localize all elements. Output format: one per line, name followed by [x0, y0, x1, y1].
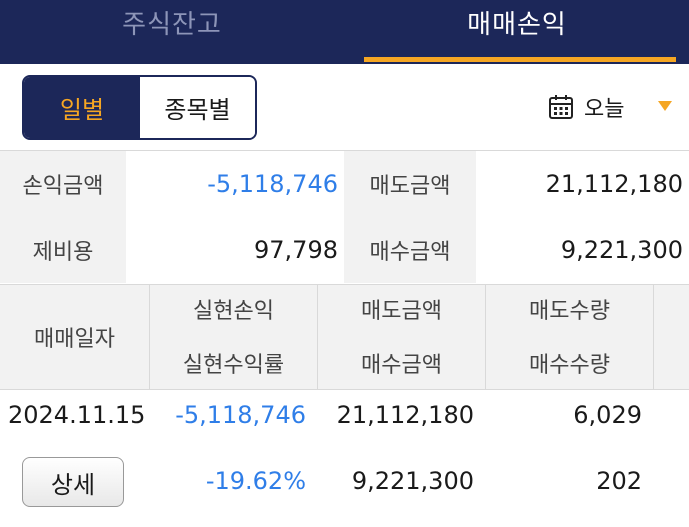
date-label: 오늘 [584, 97, 625, 122]
dropdown-caret-icon[interactable] [658, 101, 672, 111]
row-sell-qty: 6,029 [573, 401, 642, 429]
header-buy-qty: 매수수량 [529, 353, 610, 378]
pl-amount-label: 손익금액 [0, 151, 126, 217]
top-tab-bar: 주식잔고 매매손익 [0, 0, 689, 64]
row-realized-pl: -5,118,746 [175, 401, 306, 429]
tab-stock-balance[interactable]: 주식잔고 [0, 0, 344, 64]
view-mode-toggle: 일별 종목별 [22, 75, 257, 140]
daily-toggle-button[interactable]: 일별 [24, 77, 140, 138]
header-sell-qty: 매도수량 [529, 299, 610, 324]
tab-trading-pl[interactable]: 매매손익 [345, 0, 689, 64]
pl-amount-value: -5,118,746 [126, 151, 344, 217]
header-trade-date-label: 매매일자 [34, 327, 115, 352]
row-trade-date: 2024.11.15 [8, 401, 146, 429]
detail-button[interactable]: 상세 [22, 457, 124, 507]
header-quantities: 매도수량 매수수량 [486, 285, 654, 389]
date-selector[interactable]: 오늘 [548, 89, 672, 125]
calendar-icon [549, 95, 573, 119]
header-sell-amount: 매도금액 [361, 299, 442, 324]
header-realized: 실현손익 실현수익률 [150, 285, 318, 389]
header-buy-amount: 매수금액 [361, 353, 442, 378]
buy-amount-value: 9,221,300 [476, 217, 689, 283]
header-realized-pl: 실현손익 [193, 299, 274, 324]
row-sell-amount: 21,112,180 [336, 401, 474, 429]
header-divider [0, 389, 689, 390]
header-overflow [654, 285, 689, 389]
active-tab-indicator [364, 57, 676, 62]
buy-amount-label: 매수금액 [344, 217, 476, 283]
sell-amount-label: 매도금액 [344, 151, 476, 217]
summary-grid: 손익금액 -5,118,746 매도금액 21,112,180 제비용 97,7… [0, 150, 689, 284]
header-trade-date: 매매일자 [0, 285, 150, 389]
sell-amount-value: 21,112,180 [476, 151, 689, 217]
daily-pl-table: 매매일자 실현손익 실현수익률 매도금액 매수금액 매도수량 매수수량 2024… [0, 284, 689, 527]
fee-value: 97,798 [126, 217, 344, 283]
fee-label: 제비용 [0, 217, 126, 283]
row-buy-qty: 202 [596, 467, 642, 495]
row-realized-rate: -19.62% [205, 467, 306, 495]
by-stock-toggle-button[interactable]: 종목별 [140, 77, 255, 138]
row-buy-amount: 9,221,300 [351, 467, 474, 495]
header-realized-rate: 실현수익률 [182, 353, 285, 378]
header-amounts: 매도금액 매수금액 [318, 285, 486, 389]
